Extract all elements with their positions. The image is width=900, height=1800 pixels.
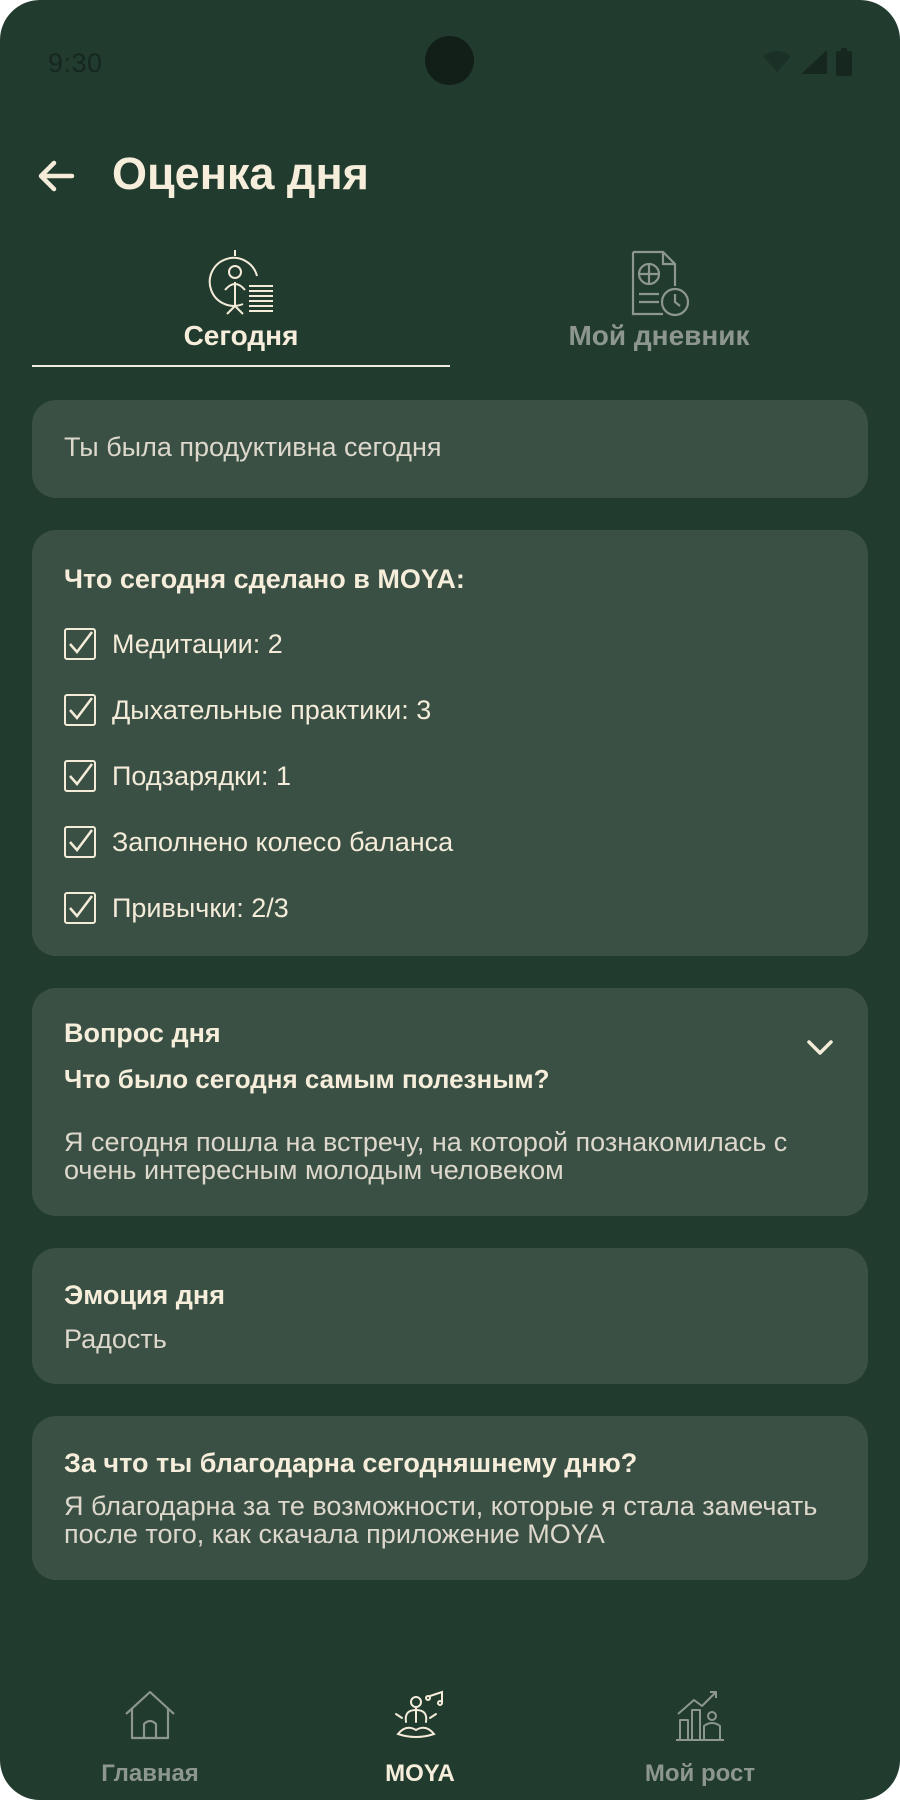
checkmark-icon	[69, 697, 93, 720]
battery-icon	[836, 48, 852, 76]
question-heading: Вопрос дня	[64, 1018, 221, 1048]
check-item-label: Заполнено колесо баланса	[112, 826, 454, 857]
productivity-text: Ты была продуктивна сегодня	[64, 432, 442, 462]
gratitude-card: За что ты благодарна сегодняшнему дню? Я…	[32, 1416, 868, 1580]
signal-icon	[801, 50, 827, 74]
question-text: Что было сегодня самым полезным?	[64, 1064, 550, 1094]
nav-home-label: Главная	[101, 1760, 199, 1787]
emotion-card: Эмоция дня Радость	[32, 1248, 868, 1384]
nav-growth-label: Мой рост	[644, 1760, 756, 1787]
checkbox-checked[interactable]	[64, 760, 96, 792]
gratitude-text: Я благодарна за те возможности, которые …	[64, 1491, 818, 1549]
done-today-card: Что сегодня сделано в MOYA: Медитации: 2…	[32, 530, 868, 956]
diary-clock-icon	[631, 250, 690, 317]
home-icon	[125, 1690, 175, 1740]
question-answer: Я сегодня пошла на встречу, на которой п…	[64, 1127, 788, 1185]
checkbox-checked[interactable]	[64, 694, 96, 726]
check-item-breathing[interactable]: Дыхательные практики: 3	[64, 692, 431, 728]
arrow-left-icon	[38, 160, 75, 192]
nav-moya[interactable]: MOYA	[270, 1680, 570, 1800]
checkmark-icon	[69, 895, 93, 918]
status-time: 9:30	[48, 48, 103, 78]
check-item-balance-wheel[interactable]: Заполнено колесо баланса	[64, 824, 453, 860]
check-item-label: Дыхательные практики: 3	[112, 694, 432, 725]
check-item-label: Подзарядки: 1	[112, 760, 291, 791]
checkbox-checked[interactable]	[64, 892, 96, 924]
tab-bar: Сегодня Мой дневник	[32, 240, 868, 368]
expand-button[interactable]	[800, 1028, 840, 1068]
page-title: Оценка дня	[112, 148, 369, 199]
nav-growth[interactable]: Мой рост	[550, 1680, 850, 1800]
status-icons	[762, 48, 852, 76]
productivity-card: Ты была продуктивна сегодня	[32, 400, 868, 498]
gratitude-heading: За что ты благодарна сегодняшнему дню?	[64, 1448, 638, 1478]
emotion-heading: Эмоция дня	[64, 1280, 225, 1310]
checkbox-checked[interactable]	[64, 628, 96, 660]
check-item-habits[interactable]: Привычки: 2/3	[64, 890, 289, 926]
checkbox-checked[interactable]	[64, 826, 96, 858]
check-item-label: Медитации: 2	[112, 628, 283, 659]
question-card[interactable]: Вопрос дня Что было сегодня самым полезн…	[32, 988, 868, 1216]
emotion-value: Радость	[64, 1324, 167, 1354]
checkmark-icon	[69, 763, 93, 786]
nav-moya-label: MOYA	[385, 1760, 455, 1787]
person-chart-icon	[208, 250, 273, 315]
chevron-down-icon	[807, 1040, 833, 1055]
header: Оценка дня	[0, 140, 900, 210]
check-item-recharges[interactable]: Подзарядки: 1	[64, 758, 291, 794]
meditation-icon	[395, 1690, 443, 1738]
checkmark-icon	[69, 829, 93, 852]
done-today-heading: Что сегодня сделано в MOYA:	[64, 564, 465, 594]
tab-today[interactable]: Сегодня	[32, 240, 450, 368]
tab-today-label: Сегодня	[183, 320, 299, 351]
growth-icon	[676, 1691, 724, 1741]
check-item-meditations[interactable]: Медитации: 2	[64, 626, 283, 662]
status-bar: 9:30	[0, 0, 900, 120]
check-item-label: Привычки: 2/3	[112, 892, 289, 923]
camera-cutout	[425, 36, 474, 85]
tab-diary-label: Мой дневник	[568, 320, 750, 351]
app-screen: 9:30 Оценка дня Сегодня Мой дневник Ты б…	[0, 0, 900, 1800]
bottom-nav: Главная MOYA Мой рост	[0, 1680, 900, 1800]
active-tab-indicator	[32, 365, 450, 367]
back-button[interactable]	[30, 150, 82, 202]
wifi-icon	[763, 51, 791, 72]
checkmark-icon	[69, 631, 93, 654]
nav-home[interactable]: Главная	[0, 1680, 300, 1800]
tab-diary[interactable]: Мой дневник	[450, 240, 868, 368]
